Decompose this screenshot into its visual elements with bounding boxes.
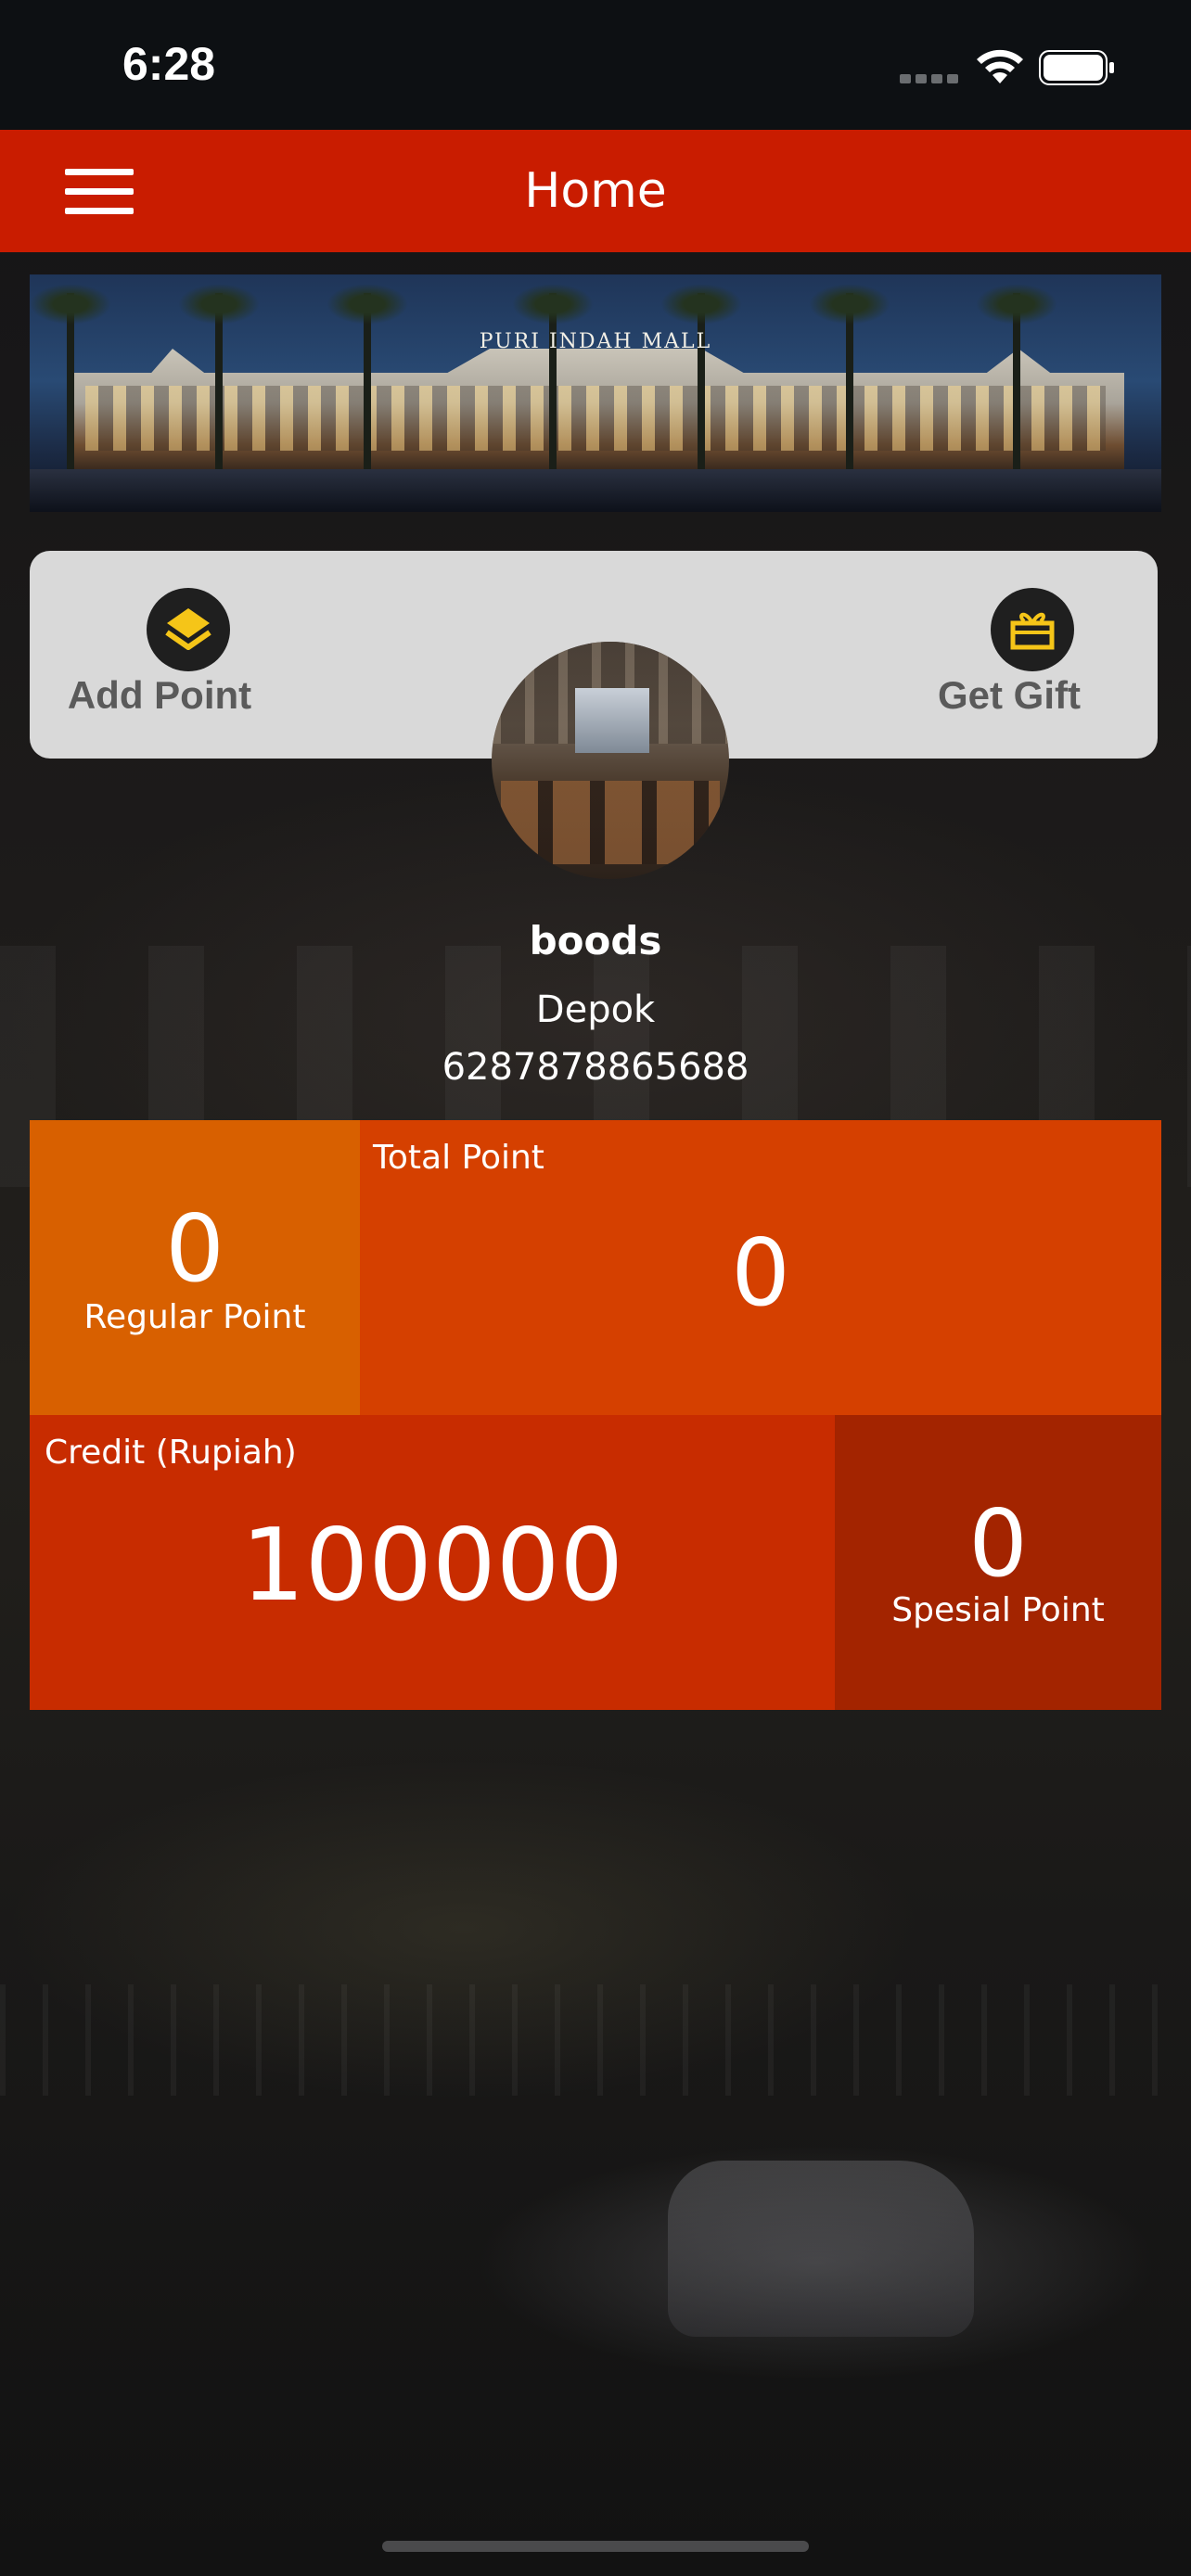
avatar-window: [575, 688, 649, 753]
profile-avatar[interactable]: [492, 642, 729, 879]
total-point-caption: Total Point: [373, 1139, 544, 1177]
banner-palm: [512, 284, 594, 469]
layers-icon: [147, 588, 230, 671]
banner-palm: [30, 284, 111, 469]
banner-palm: [327, 284, 408, 469]
special-point-value: 0: [968, 1489, 1028, 1598]
credit-caption: Credit (Rupiah): [45, 1434, 297, 1472]
mall-banner-image: PURI INDAH MALL: [30, 274, 1161, 512]
special-point-label: Spesial Point: [891, 1591, 1105, 1629]
background-fence: [0, 1984, 1191, 2096]
wifi-icon: [977, 49, 1023, 83]
banner-palm: [976, 284, 1057, 469]
credit-value: 100000: [240, 1508, 624, 1624]
regular-point-tile[interactable]: 0 Regular Point: [30, 1120, 360, 1415]
status-bar: 6:28: [0, 0, 1191, 130]
get-gift-label: Get Gift: [938, 673, 1081, 717]
total-point-value: 0: [731, 1218, 790, 1327]
add-point-label: Add Point: [67, 673, 252, 717]
banner-palm: [178, 284, 260, 469]
add-point-button[interactable]: Add Point: [58, 588, 262, 727]
page-title: Home: [524, 163, 667, 219]
gift-icon: [991, 588, 1074, 671]
cellular-signal-icon: [900, 74, 959, 83]
regular-point-value: 0: [165, 1194, 224, 1303]
regular-point-label: Regular Point: [83, 1298, 306, 1336]
home-indicator[interactable]: [382, 2541, 809, 2552]
status-time: 6:28: [122, 38, 216, 90]
app-header: Home: [0, 130, 1191, 252]
credit-tile[interactable]: Credit (Rupiah) 100000: [30, 1415, 835, 1710]
avatar-tables: [501, 781, 720, 864]
profile-phone: 6287878865688: [442, 1046, 749, 1089]
banner-caption: PURI INDAH MALL: [479, 330, 712, 353]
banner-palm: [809, 284, 890, 469]
get-gift-button[interactable]: Get Gift: [926, 588, 1130, 727]
special-point-tile[interactable]: 0 Spesial Point: [835, 1415, 1161, 1710]
banner-palm: [660, 284, 742, 469]
banner-road: [30, 469, 1161, 512]
banner-lit-windows: [85, 386, 1106, 451]
profile-name: boods: [529, 918, 662, 963]
profile-city: Depok: [535, 988, 656, 1031]
battery-icon: [1039, 50, 1114, 85]
total-point-tile[interactable]: Total Point 0: [360, 1120, 1161, 1415]
background-car: [668, 2161, 974, 2337]
